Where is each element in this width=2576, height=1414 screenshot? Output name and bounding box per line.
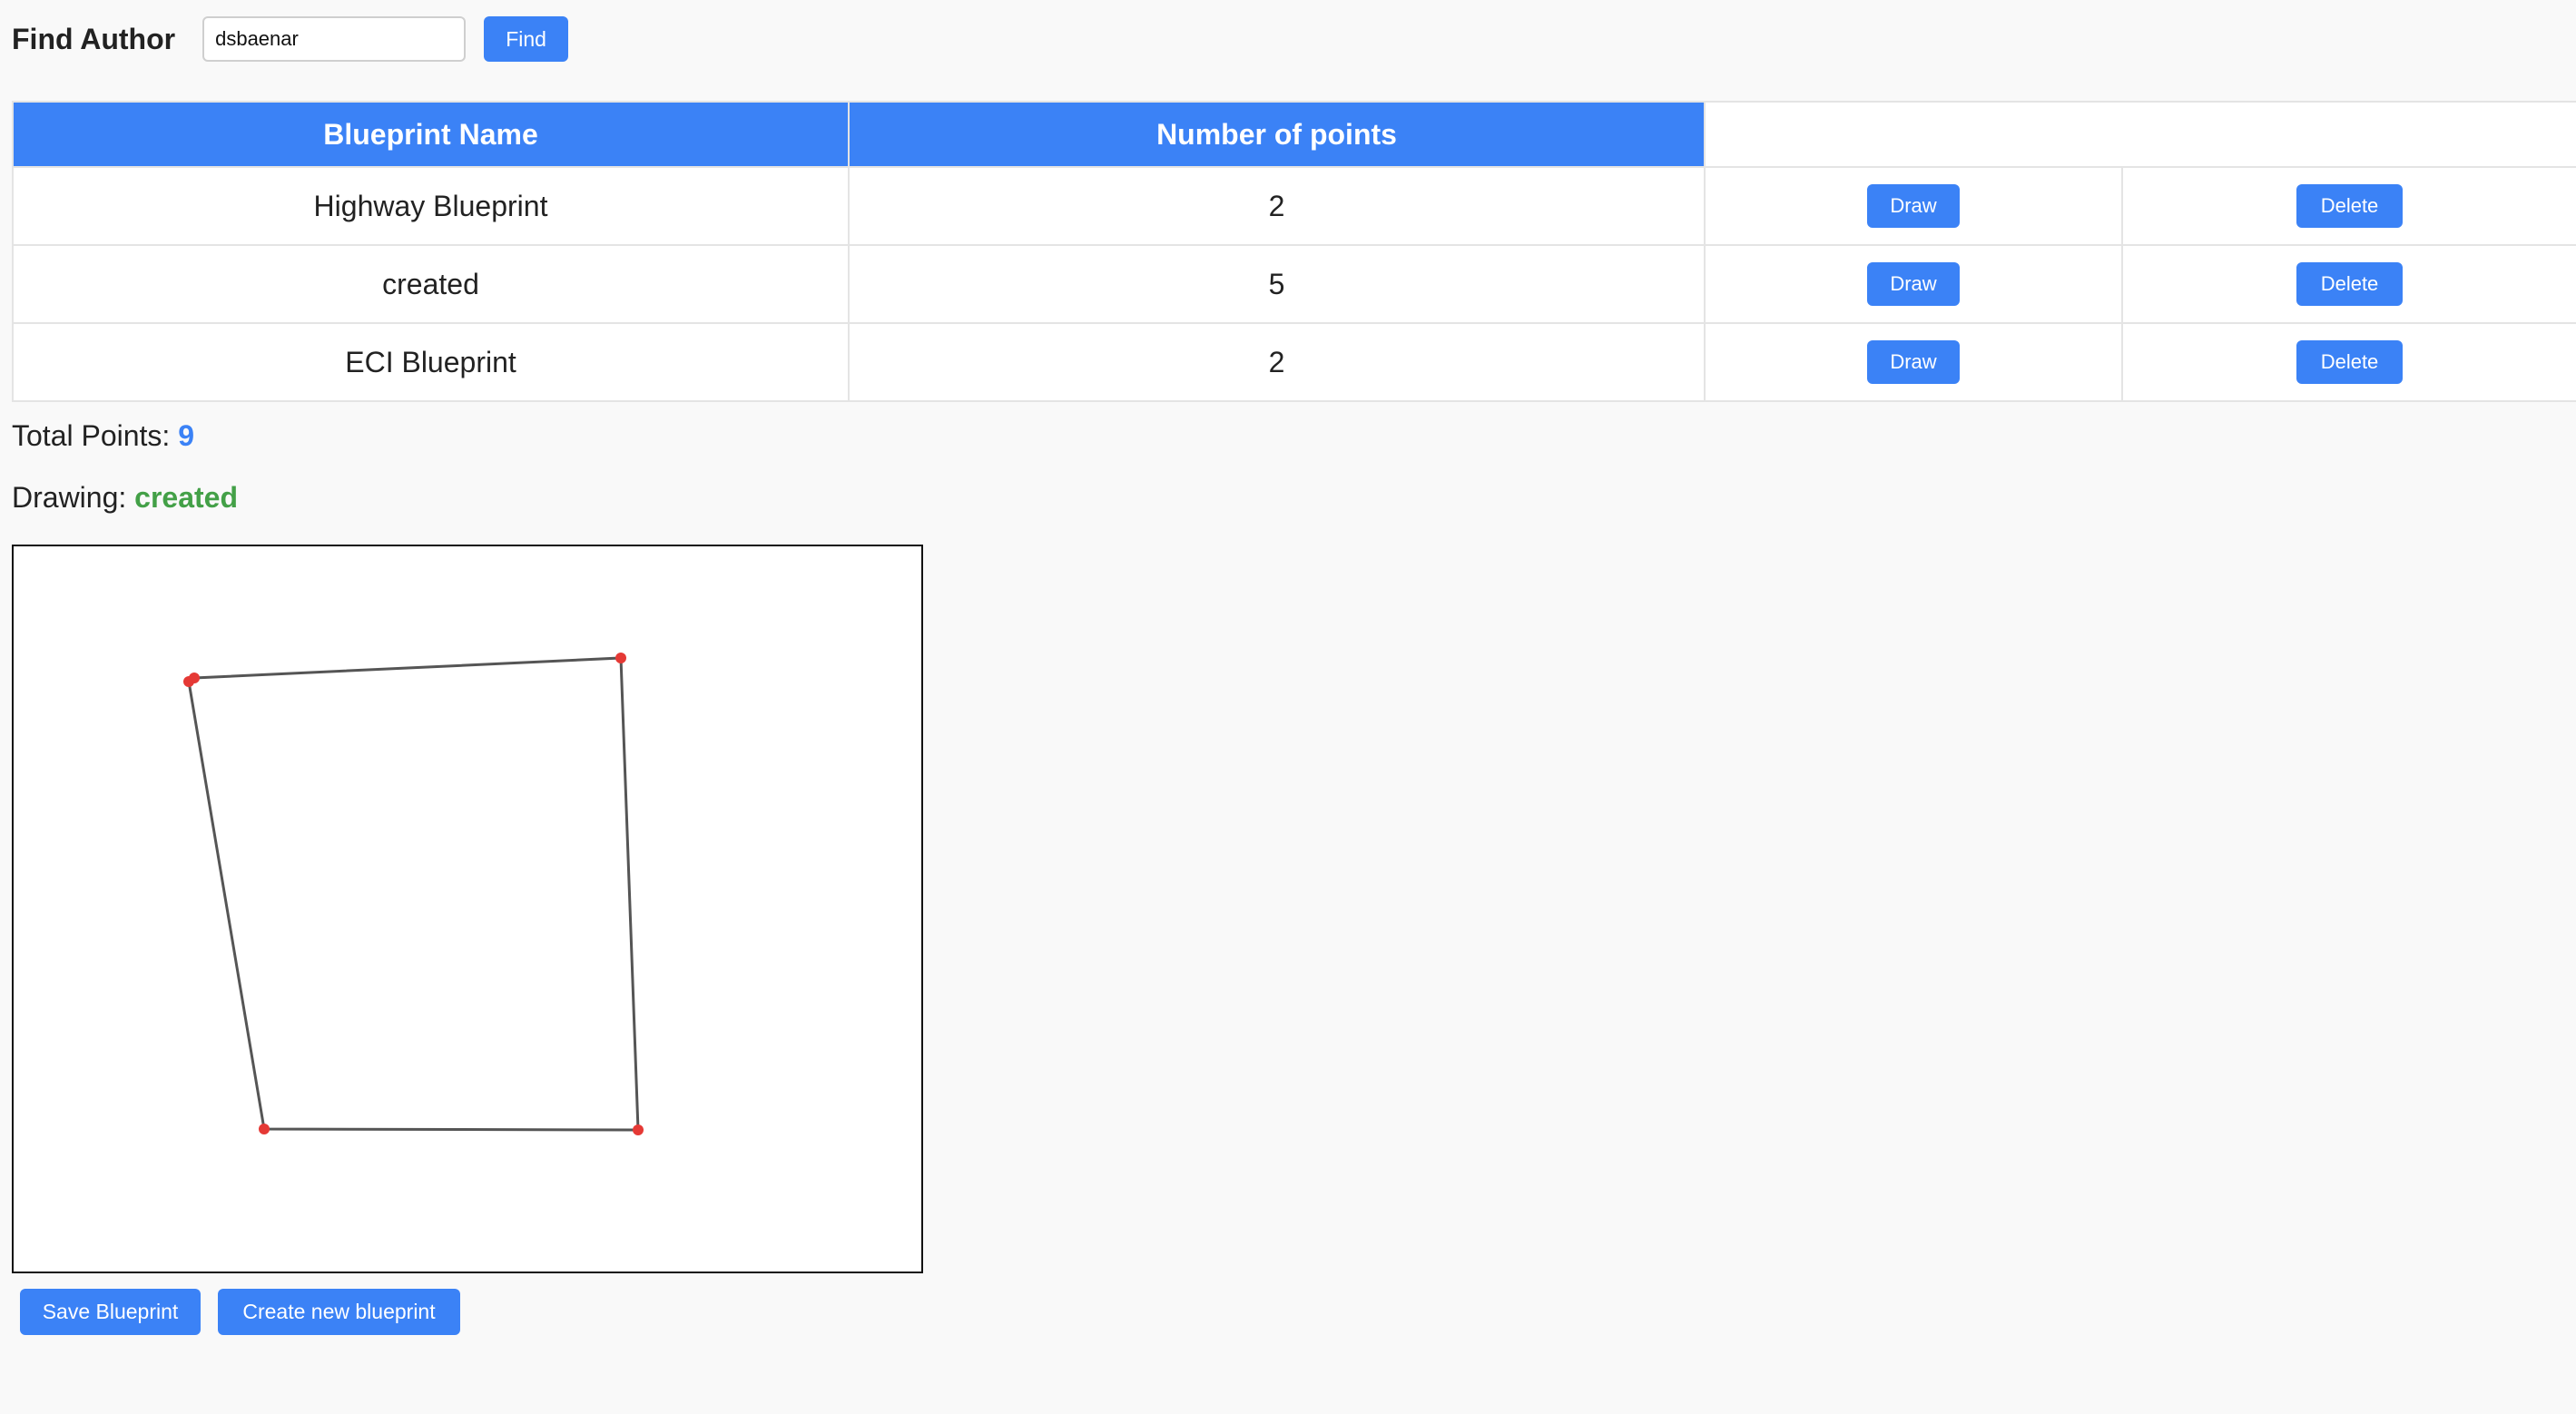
points-count-cell: 5 [848, 244, 1706, 324]
total-points-value: 9 [178, 419, 194, 452]
blueprints-table: Blueprint Name Number of points Highway … [12, 101, 2576, 402]
delete-cell: Delete [2121, 244, 2576, 324]
draw-button[interactable]: Draw [1867, 184, 1960, 228]
table-header-row: Blueprint Name Number of points [12, 101, 2576, 168]
find-author-bar: Find Author Find [12, 15, 569, 64]
table-row: created 5 Draw Delete [12, 244, 2576, 324]
header-blueprint-name: Blueprint Name [12, 101, 850, 168]
total-points-label: Total Points: [12, 419, 171, 452]
delete-button[interactable]: Delete [2296, 262, 2403, 306]
blueprint-name-cell: Highway Blueprint [12, 166, 850, 246]
blueprint-drawing[interactable] [14, 546, 921, 1272]
delete-button[interactable]: Delete [2296, 340, 2403, 384]
create-new-blueprint-button[interactable]: Create new blueprint [218, 1289, 460, 1335]
save-blueprint-button[interactable]: Save Blueprint [20, 1289, 201, 1335]
blueprint-point[interactable] [615, 653, 626, 663]
delete-button[interactable]: Delete [2296, 184, 2403, 228]
drawing-blueprint-name: created [134, 481, 238, 514]
header-actions-blank [1704, 101, 2576, 168]
points-count-cell: 2 [848, 322, 1706, 402]
delete-cell: Delete [2121, 166, 2576, 246]
total-points-line: Total Points: 9 [12, 419, 194, 453]
delete-cell: Delete [2121, 322, 2576, 402]
blueprint-outline [187, 656, 640, 1132]
blueprint-name-cell: created [12, 244, 850, 324]
table-row: Highway Blueprint 2 Draw Delete [12, 166, 2576, 246]
find-button[interactable]: Find [484, 16, 569, 62]
blueprint-point[interactable] [189, 673, 200, 683]
blueprint-point[interactable] [633, 1124, 644, 1135]
blueprint-actions: Save Blueprint Create new blueprint [20, 1289, 460, 1335]
draw-button[interactable]: Draw [1867, 262, 1960, 306]
table-row: ECI Blueprint 2 Draw Delete [12, 322, 2576, 402]
header-number-of-points: Number of points [848, 101, 1706, 168]
draw-cell: Draw [1704, 244, 2123, 324]
drawing-status-line: Drawing: created [12, 481, 238, 515]
find-author-title: Find Author [12, 22, 176, 55]
blueprint-point[interactable] [259, 1124, 270, 1134]
draw-cell: Draw [1704, 166, 2123, 246]
blueprint-canvas[interactable] [12, 545, 923, 1273]
draw-cell: Draw [1704, 322, 2123, 402]
points-count-cell: 2 [848, 166, 1706, 246]
author-search-input[interactable] [202, 16, 467, 62]
drawing-label: Drawing: [12, 481, 127, 514]
blueprint-name-cell: ECI Blueprint [12, 322, 850, 402]
draw-button[interactable]: Draw [1867, 340, 1960, 384]
